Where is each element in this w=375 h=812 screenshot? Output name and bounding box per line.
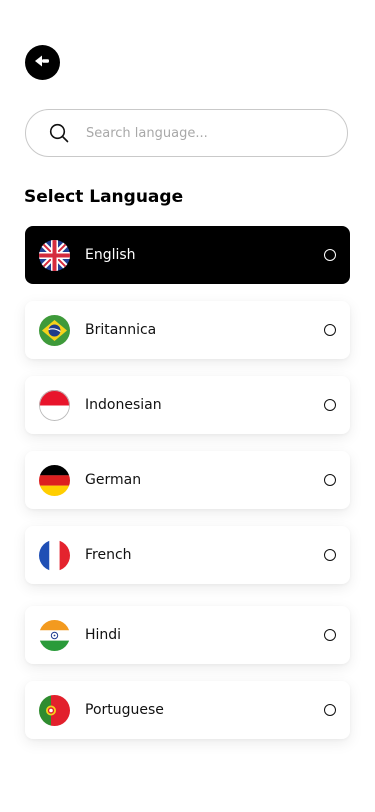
uk-flag-icon [39,239,70,271]
search-input[interactable] [84,124,328,142]
language-item-indonesian[interactable]: Indonesian [25,376,350,434]
portugal-flag-icon [39,694,70,726]
back-button[interactable] [25,45,60,80]
search-icon [48,122,70,144]
page-title: Select Language [24,187,184,207]
language-label: Hindi [85,627,122,643]
language-item-english[interactable]: English [25,226,350,284]
language-item-portuguese[interactable]: Portuguese [25,681,350,739]
india-flag-icon [39,619,70,651]
radio-button[interactable] [324,704,336,716]
brazil-flag-icon [39,314,70,346]
language-label: German [85,472,142,488]
france-flag-icon [39,539,70,571]
radio-button[interactable] [324,249,336,261]
language-label: English [85,247,136,263]
germany-flag-icon [39,464,70,496]
back-arrow-icon [34,53,52,72]
language-label: French [85,547,132,563]
search-bar[interactable] [25,109,348,157]
indonesia-flag-icon [39,389,70,421]
radio-button[interactable] [324,549,336,561]
language-label: Britannica [85,322,157,338]
language-label: Indonesian [85,397,162,413]
radio-button[interactable] [324,474,336,486]
language-item-britannica[interactable]: Britannica [25,301,350,359]
radio-button[interactable] [324,629,336,641]
radio-button[interactable] [324,324,336,336]
language-item-hindi[interactable]: Hindi [25,606,350,664]
language-item-german[interactable]: German [25,451,350,509]
radio-button[interactable] [324,399,336,411]
language-screen: Select Language English [0,0,375,812]
language-item-french[interactable]: French [25,526,350,584]
language-label: Portuguese [85,702,164,718]
